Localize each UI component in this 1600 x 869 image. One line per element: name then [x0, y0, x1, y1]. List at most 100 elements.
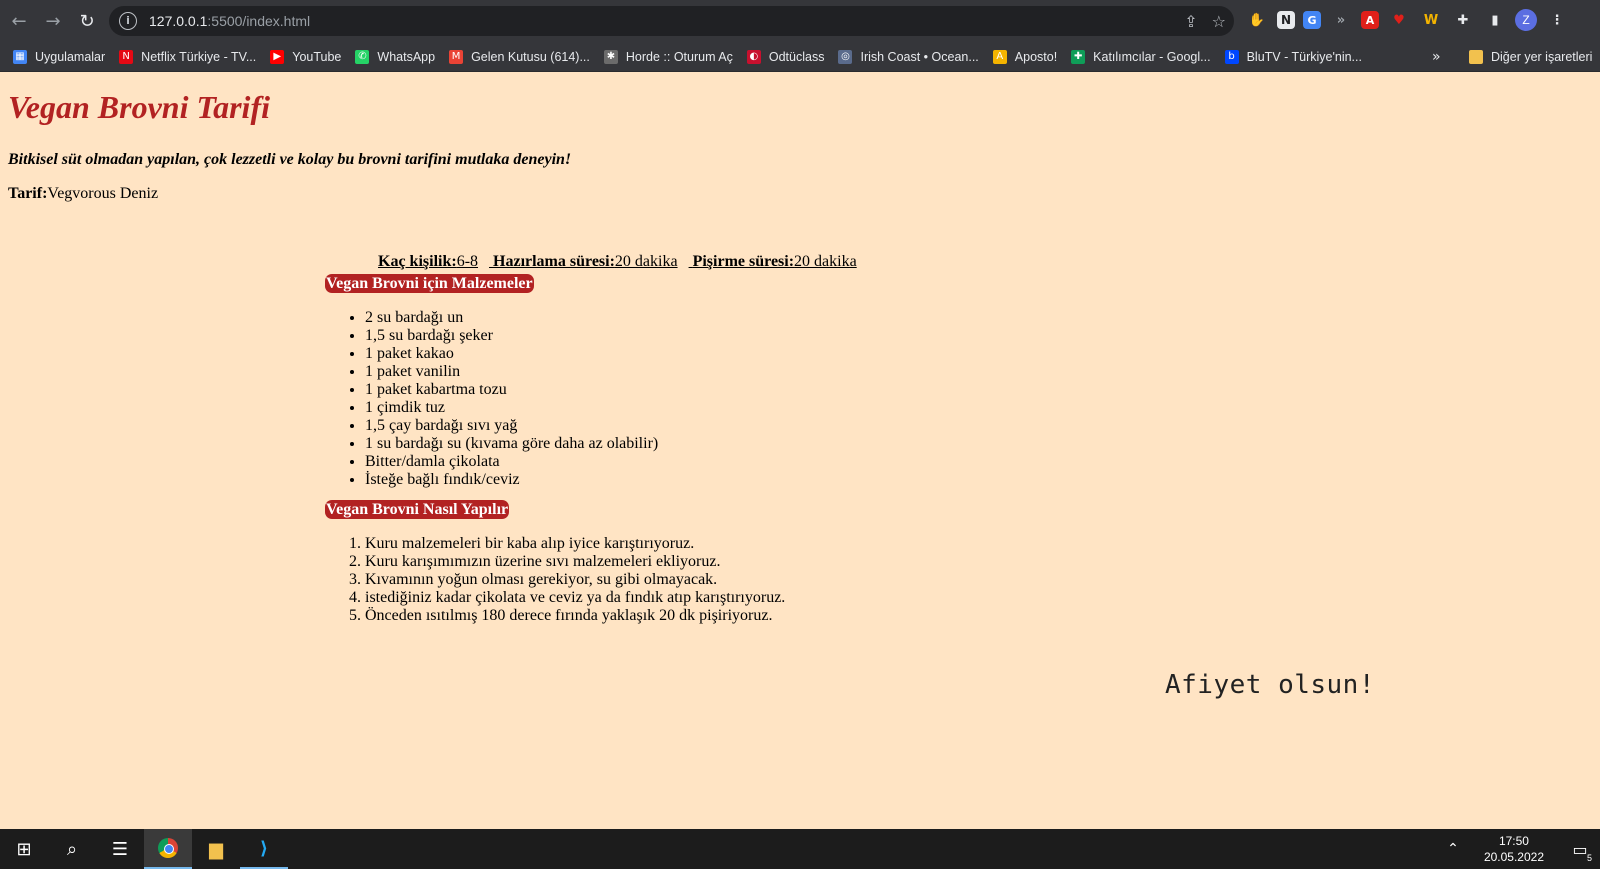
extensions-puzzle-icon[interactable]: ✚	[1451, 8, 1475, 32]
author-name: Vegvorous Deniz	[47, 185, 159, 202]
extensions-area: ✋ N G » A ♥ W ✚ ▮ Z ⋮	[1245, 8, 1569, 32]
bookmark-list: ▦ Uygulamalar N Netflix Türkiye - TV... ▶ You…	[6, 42, 1369, 71]
translate-icon[interactable]: G	[1303, 11, 1321, 29]
back-button[interactable]: ←	[4, 6, 34, 36]
step-item: Kuru karışımımızın üzerine sıvı malzemel…	[365, 553, 785, 571]
prep-label: Hazırlama süresi:	[493, 253, 615, 270]
ingredient-item: 1,5 çay bardağı sıvı yağ	[365, 417, 658, 435]
cook-time-info: Pişirme süresi:20 dakika	[693, 253, 857, 270]
chevron-up-icon: ⌃	[1447, 841, 1459, 857]
extension-hand-icon[interactable]: ✋	[1245, 8, 1269, 32]
folder-icon: ▆	[209, 838, 223, 860]
step-item: Kıvamının yoğun olması gerekiyor, su gib…	[365, 571, 785, 589]
ingredients-list: 2 su bardağı un1,5 su bardağı şeker1 pak…	[325, 309, 658, 489]
task-view-icon: ☰	[111, 838, 129, 860]
recipe-meta: Kaç kişilik:6-8 Hazırlama süresi:20 daki…	[378, 253, 868, 271]
notification-icon: ▭	[1572, 839, 1588, 859]
recipe-author: Tarif:Vegvorous Deniz	[8, 185, 158, 203]
vscode-taskbar-button[interactable]: ⟩	[240, 829, 288, 869]
clock-time: 17:50	[1498, 834, 1529, 848]
step-item: Kuru malzemeleri bir kaba alıp iyice kar…	[365, 535, 785, 553]
chrome-icon	[158, 838, 178, 858]
bookmark-item[interactable]: ▦ Uygulamalar	[6, 42, 112, 71]
folder-icon	[1469, 49, 1483, 64]
bookmark-item[interactable]: ✆ WhatsApp	[348, 42, 442, 71]
chrome-taskbar-button[interactable]	[144, 829, 192, 869]
url-path: :5500/index.html	[207, 13, 311, 29]
notion-icon[interactable]: N	[1277, 11, 1295, 29]
bookmark-item[interactable]: ▶ YouTube	[263, 42, 348, 71]
bookmark-label: Horde :: Oturum Aç	[625, 49, 733, 64]
bookmark-item[interactable]: b BluTV - Türkiye'nin...	[1218, 42, 1369, 71]
more-bookmarks-label: »	[1432, 48, 1441, 65]
action-center-button[interactable]: ▭ 5	[1560, 829, 1600, 869]
reload-button[interactable]: ↻	[72, 6, 102, 36]
search-button[interactable]: ⌕	[48, 829, 96, 869]
bookmark-label: WhatsApp	[377, 49, 436, 64]
clock[interactable]: 17:50 20.05.2022	[1484, 833, 1544, 865]
bookmark-item[interactable]: ✚ Katılımcılar - Googl...	[1064, 42, 1217, 71]
profile-avatar[interactable]: Z	[1515, 9, 1537, 31]
ingredient-item: İsteğe bağlı fındık/ceviz	[365, 471, 658, 489]
side-panel-icon[interactable]: ▮	[1483, 8, 1507, 32]
windows-logo-icon: ⊞	[16, 838, 32, 860]
bookmark-item[interactable]: N Netflix Türkiye - TV...	[112, 42, 263, 71]
search-icon: ⌕	[66, 838, 78, 860]
horde-icon: ✱	[603, 49, 618, 64]
ingredient-item: 1 paket kakao	[365, 345, 658, 363]
show-hidden-icons-button[interactable]: ⌃	[1438, 829, 1468, 869]
clock-date: 20.05.2022	[1483, 850, 1544, 864]
bookmark-item[interactable]: A Aposto!	[986, 42, 1064, 71]
address-bar[interactable]: i 127.0.0.1:5500/index.html ⇪ ☆	[109, 6, 1234, 36]
more-bookmarks-button[interactable]: »	[1432, 42, 1441, 71]
windows-taskbar: ⊞ ⌕ ☰ ▆ ⟩ ⌃ 17:50 20.05.2022 ▭ 5	[0, 829, 1600, 869]
extension-chevron-icon[interactable]: »	[1329, 8, 1353, 32]
page-content: Vegan Brovni Tarifi Bitkisel süt olmadan…	[0, 71, 1600, 829]
other-bookmarks-label: Diğer yer işaretleri	[1491, 49, 1593, 64]
ingredient-item: 1 çimdik tuz	[365, 399, 658, 417]
bookmark-item[interactable]: ✱ Horde :: Oturum Aç	[597, 42, 740, 71]
task-view-button[interactable]: ☰	[96, 829, 144, 869]
steps-heading: Vegan Brovni Nasıl Yapılır	[325, 500, 510, 519]
ingredient-item: 1 su bardağı su (kıvama göre daha az ola…	[365, 435, 658, 453]
start-button[interactable]: ⊞	[0, 829, 48, 869]
other-bookmarks-folder[interactable]: Diğer yer işaretleri	[1462, 42, 1599, 71]
share-icon[interactable]: ⇪	[1184, 12, 1197, 31]
steps-list: Kuru malzemeleri bir kaba alıp iyice kar…	[325, 535, 785, 625]
apps-grid-icon: ▦	[13, 49, 27, 64]
bookmark-item[interactable]: ◎ Irish Coast • Ocean...	[831, 42, 985, 71]
arrow-right-icon: →	[45, 10, 61, 32]
extension-red-icon[interactable]: ♥	[1387, 8, 1411, 32]
whatsapp-icon: ✆	[355, 49, 370, 64]
ingredient-item: 1,5 su bardağı şeker	[365, 327, 658, 345]
reload-icon: ↻	[79, 10, 95, 32]
file-explorer-button[interactable]: ▆	[192, 829, 240, 869]
vscode-icon: ⟩	[259, 837, 269, 859]
system-tray: ⌃ 17:50 20.05.2022 ▭ 5	[1438, 829, 1600, 869]
extension-w-icon[interactable]: W	[1419, 8, 1443, 32]
forward-button[interactable]: →	[38, 6, 68, 36]
bookmark-item[interactable]: ◐ Odtüclass	[740, 42, 832, 71]
menu-kebab-icon[interactable]: ⋮	[1545, 8, 1569, 32]
gmail-icon: M	[449, 49, 464, 64]
bookmark-label: Odtüclass	[768, 49, 825, 64]
google-classroom-icon: ✚	[1071, 49, 1086, 64]
page-title: Vegan Brovni Tarifi	[8, 89, 270, 125]
bookmark-item[interactable]: M Gelen Kutusu (614)...	[442, 42, 597, 71]
recipe-subtitle: Bitkisel süt olmadan yapılan, çok lezzet…	[8, 151, 572, 168]
site-info-icon[interactable]: i	[119, 12, 137, 30]
author-label: Tarif:	[8, 185, 48, 202]
acrobat-icon[interactable]: A	[1361, 11, 1379, 29]
bookmark-star-icon[interactable]: ☆	[1212, 12, 1226, 31]
ingredient-item: 1 paket kabartma tozu	[365, 381, 658, 399]
servings-info: Kaç kişilik:6-8	[378, 253, 478, 270]
bookmark-label: Uygulamalar	[35, 49, 106, 64]
odtu-icon: ◐	[746, 49, 761, 64]
url-text[interactable]: 127.0.0.1:5500/index.html	[149, 13, 310, 29]
bookmark-label: Netflix Türkiye - TV...	[141, 49, 257, 64]
arrow-left-icon: ←	[11, 10, 27, 32]
cook-label: Pişirme süresi:	[692, 253, 795, 270]
ingredient-item: Bitter/damla çikolata	[365, 453, 658, 471]
prep-value: 20 dakika	[614, 253, 678, 270]
netflix-icon: N	[119, 49, 134, 64]
